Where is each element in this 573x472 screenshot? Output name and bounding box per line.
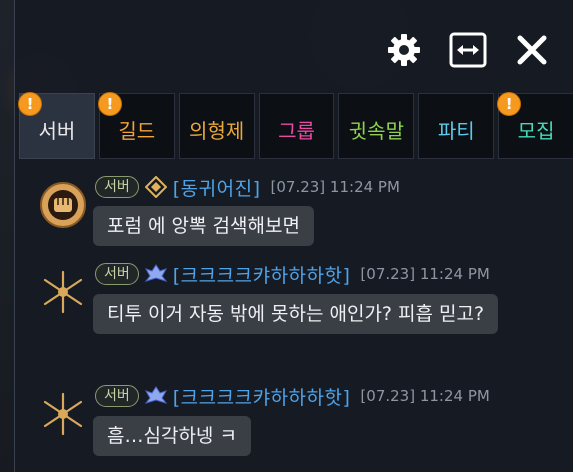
settings-button[interactable] — [384, 30, 424, 70]
close-button[interactable] — [512, 30, 552, 70]
message-header: 서버 [크크크크캬하하하핫] [07.23] 11:24 PM — [95, 383, 490, 410]
horizontal-expand-icon — [449, 32, 487, 68]
close-icon — [517, 35, 547, 65]
message-bubble: 포럼 에 앙뽁 검색해보면 — [93, 206, 314, 246]
tab-0[interactable]: ! 서버 — [18, 92, 95, 159]
sender-name[interactable]: [크크크크캬하하하핫] — [173, 261, 351, 288]
alert-badge: ! — [18, 92, 42, 116]
tab-label: 귓속말 — [348, 118, 404, 143]
blue-wing-icon — [144, 385, 168, 407]
tab-label: 의형제 — [189, 118, 245, 143]
gold-blades-icon[interactable] — [39, 268, 87, 316]
tab-label: 모집 — [517, 118, 555, 143]
blue-wing-icon — [144, 263, 168, 285]
gold-blades-icon[interactable] — [39, 390, 87, 438]
tab-1[interactable]: ! 길드 — [97, 92, 175, 159]
sender-name[interactable]: [동귀어진] — [173, 174, 261, 201]
message-header: 서버 [크크크크캬하하하핫] [07.23] 11:24 PM — [95, 261, 490, 288]
server-tag: 서버 — [95, 263, 139, 285]
tab-label: 서버 — [38, 118, 76, 143]
tab-4[interactable]: 귓속말 — [338, 93, 415, 159]
window-controls — [384, 30, 552, 70]
tab-2[interactable]: 의형제 — [178, 93, 255, 159]
resize-button[interactable] — [448, 30, 488, 70]
tab-5[interactable]: 파티 — [418, 93, 495, 159]
tab-label: 그룹 — [278, 118, 315, 143]
message-bubble: 흠…심각하넹 ㅋ — [93, 416, 251, 456]
alert-badge: ! — [97, 92, 122, 116]
tab-3[interactable]: 그룹 — [258, 93, 335, 159]
tab-label: 파티 — [437, 118, 475, 143]
message-bubble: 티투 이거 자동 밖에 못하는 애인가? 피흡 믿고? — [93, 294, 499, 334]
channel-tabs: ! 서버! 길드 의형제 그룹 귓속말 파티! 모집 — [18, 92, 573, 159]
alert-badge: ! — [497, 92, 522, 116]
timestamp: [07.23] 11:24 PM — [360, 265, 490, 283]
server-tag: 서버 — [95, 385, 139, 407]
gold-diamond-icon — [144, 175, 168, 199]
gear-icon — [388, 34, 420, 66]
sender-name[interactable]: [크크크크캬하하하핫] — [173, 383, 351, 410]
chat-window: ! 서버! 길드 의형제 그룹 귓속말 파티! 모집 서버 [동귀어진] [07.23] 11:2… — [14, 0, 573, 472]
tab-label: 길드 — [118, 118, 156, 143]
server-tag: 서버 — [95, 176, 139, 198]
message-header: 서버 [동귀어진] [07.23] 11:24 PM — [95, 174, 400, 201]
tab-6[interactable]: ! 모집 — [497, 92, 573, 159]
timestamp: [07.23] 11:24 PM — [270, 178, 400, 196]
fist-emblem-icon[interactable] — [39, 181, 87, 229]
timestamp: [07.23] 11:24 PM — [360, 387, 490, 405]
